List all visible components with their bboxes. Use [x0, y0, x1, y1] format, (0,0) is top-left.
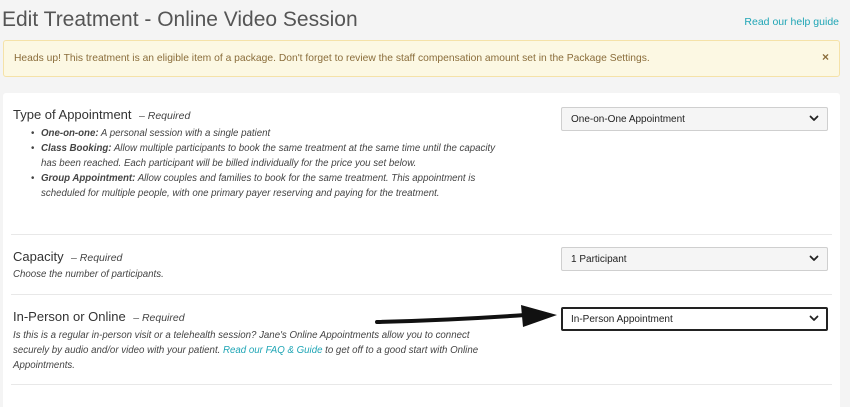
type-of-appointment-row: Type of Appointment – Required One-on-on…	[11, 93, 832, 235]
chevron-down-icon	[809, 115, 819, 121]
capacity-help: Choose the number of participants.	[13, 269, 164, 280]
capacity-label: Capacity	[13, 249, 64, 264]
session-mode-select[interactable]: In-Person Appointment	[561, 307, 828, 331]
option-term: Class Booking:	[41, 143, 112, 154]
capacity-select[interactable]: 1 Participant	[561, 247, 828, 271]
appointment-type-select[interactable]: One-on-One Appointment	[561, 107, 828, 131]
help-guide-link[interactable]: Read our help guide	[744, 16, 839, 28]
list-item: Group Appointment: Allow couples and fam…	[31, 171, 501, 201]
session-mode-selected-value: In-Person Appointment	[571, 314, 673, 325]
type-of-appointment-label: Type of Appointment	[13, 107, 132, 122]
required-marker: – Required	[133, 312, 185, 324]
capacity-selected-value: 1 Participant	[571, 254, 627, 265]
required-marker: – Required	[71, 252, 123, 264]
annotation-arrow-icon	[375, 305, 557, 327]
package-alert: Heads up! This treatment is an eligible …	[3, 40, 840, 77]
list-item: One-on-one: A personal session with a si…	[31, 126, 501, 141]
alert-text: Heads up! This treatment is an eligible …	[14, 53, 650, 64]
close-icon[interactable]: ×	[822, 50, 829, 64]
list-item: Class Booking: Allow multiple participan…	[31, 141, 501, 171]
capacity-row: Capacity – Required Choose the number of…	[11, 235, 832, 295]
option-text: A personal session with a single patient	[98, 128, 271, 139]
option-term: Group Appointment:	[41, 173, 136, 184]
appointment-type-help-list: One-on-one: A personal session with a si…	[31, 126, 501, 201]
appointment-type-selected-value: One-on-One Appointment	[571, 114, 685, 125]
faq-guide-link[interactable]: Read our FAQ & Guide	[223, 345, 322, 356]
page-header: Edit Treatment - Online Video Session Re…	[0, 0, 850, 40]
edit-treatment-page: Edit Treatment - Online Video Session Re…	[0, 0, 850, 407]
in-person-or-online-label-line: In-Person or Online – Required	[13, 308, 185, 326]
treatment-form-card: Type of Appointment – Required One-on-on…	[3, 93, 840, 407]
type-of-appointment-label-line: Type of Appointment – Required	[13, 106, 190, 124]
in-person-or-online-help: Is this is a regular in-person visit or …	[13, 328, 488, 373]
capacity-label-line: Capacity – Required	[13, 248, 122, 266]
in-person-or-online-label: In-Person or Online	[13, 309, 126, 324]
option-term: One-on-one:	[41, 128, 99, 139]
page-title: Edit Treatment - Online Video Session	[2, 8, 358, 31]
chevron-down-icon	[809, 315, 819, 321]
chevron-down-icon	[809, 255, 819, 261]
required-marker: – Required	[138, 110, 191, 122]
